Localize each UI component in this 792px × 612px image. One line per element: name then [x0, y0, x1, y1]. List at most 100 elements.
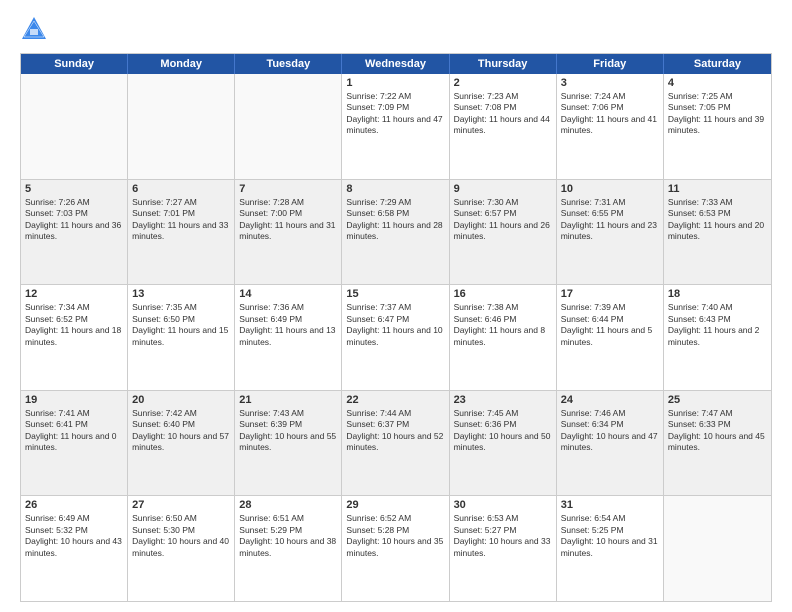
header-day-thursday: Thursday	[450, 54, 557, 74]
calendar-cell-3-1: 20 Sunrise: 7:42 AM Sunset: 6:40 PM Dayli…	[128, 391, 235, 496]
calendar-cell-4-0: 26 Sunrise: 6:49 AM Sunset: 5:32 PM Dayli…	[21, 496, 128, 601]
calendar-header: SundayMondayTuesdayWednesdayThursdayFrid…	[21, 54, 771, 74]
calendar-cell-4-4: 30 Sunrise: 6:53 AM Sunset: 5:27 PM Dayli…	[450, 496, 557, 601]
cell-content: Sunrise: 7:41 AM Sunset: 6:41 PM Dayligh…	[25, 408, 123, 454]
day-number: 1	[346, 77, 444, 89]
cell-content: Sunrise: 7:29 AM Sunset: 6:58 PM Dayligh…	[346, 197, 444, 243]
cell-content: Sunrise: 6:50 AM Sunset: 5:30 PM Dayligh…	[132, 513, 230, 559]
calendar-cell-3-5: 24Sunrise: 7:46 AM Sunset: 6:34 PM Dayli…	[557, 391, 664, 496]
cell-content: Sunrise: 7:38 AM Sunset: 6:46 PM Dayligh…	[454, 302, 552, 348]
calendar-cell-4-6	[664, 496, 771, 601]
calendar-cell-4-1: 27 Sunrise: 6:50 AM Sunset: 5:30 PM Dayli…	[128, 496, 235, 601]
cell-content: Sunrise: 7:26 AM Sunset: 7:03 PM Dayligh…	[25, 197, 123, 243]
calendar-cell-4-5: 31Sunrise: 6:54 AM Sunset: 5:25 PM Dayli…	[557, 496, 664, 601]
cell-content: Sunrise: 7:35 AM Sunset: 6:50 PM Dayligh…	[132, 302, 230, 348]
calendar: SundayMondayTuesdayWednesdayThursdayFrid…	[20, 53, 772, 602]
cell-content: Sunrise: 7:37 AM Sunset: 6:47 PM Dayligh…	[346, 302, 444, 348]
calendar-cell-4-3: 29 Sunrise: 6:52 AM Sunset: 5:28 PM Dayli…	[342, 496, 449, 601]
calendar-cell-2-0: 12 Sunrise: 7:34 AM Sunset: 6:52 PM Dayli…	[21, 285, 128, 390]
calendar-cell-2-1: 13 Sunrise: 7:35 AM Sunset: 6:50 PM Dayli…	[128, 285, 235, 390]
calendar-cell-1-5: 10Sunrise: 7:31 AM Sunset: 6:55 PM Dayli…	[557, 180, 664, 285]
cell-content: Sunrise: 7:43 AM Sunset: 6:39 PM Dayligh…	[239, 408, 337, 454]
cell-content: Sunrise: 6:49 AM Sunset: 5:32 PM Dayligh…	[25, 513, 123, 559]
day-number: 16	[454, 288, 552, 300]
day-number: 8	[346, 183, 444, 195]
header-day-monday: Monday	[128, 54, 235, 74]
cell-content: Sunrise: 7:34 AM Sunset: 6:52 PM Dayligh…	[25, 302, 123, 348]
calendar-cell-3-2: 21 Sunrise: 7:43 AM Sunset: 6:39 PM Dayli…	[235, 391, 342, 496]
calendar-body: 1 Sunrise: 7:22 AM Sunset: 7:09 PM Daylig…	[21, 74, 771, 601]
day-number: 23	[454, 394, 552, 406]
cell-content: Sunrise: 7:23 AM Sunset: 7:08 PM Dayligh…	[454, 91, 552, 137]
logo	[20, 15, 52, 43]
calendar-row-4: 26 Sunrise: 6:49 AM Sunset: 5:32 PM Dayli…	[21, 495, 771, 601]
header-day-wednesday: Wednesday	[342, 54, 449, 74]
cell-content: Sunrise: 7:28 AM Sunset: 7:00 PM Dayligh…	[239, 197, 337, 243]
calendar-row-2: 12 Sunrise: 7:34 AM Sunset: 6:52 PM Dayli…	[21, 284, 771, 390]
calendar-cell-3-6: 25Sunrise: 7:47 AM Sunset: 6:33 PM Dayli…	[664, 391, 771, 496]
calendar-cell-2-5: 17 Sunrise: 7:39 AM Sunset: 6:44 PM Dayli…	[557, 285, 664, 390]
cell-content: Sunrise: 7:45 AM Sunset: 6:36 PM Dayligh…	[454, 408, 552, 454]
calendar-cell-2-4: 16 Sunrise: 7:38 AM Sunset: 6:46 PM Dayli…	[450, 285, 557, 390]
cell-content: Sunrise: 7:24 AM Sunset: 7:06 PM Dayligh…	[561, 91, 659, 137]
calendar-cell-1-3: 8 Sunrise: 7:29 AM Sunset: 6:58 PM Daylig…	[342, 180, 449, 285]
cell-content: Sunrise: 7:33 AM Sunset: 6:53 PM Dayligh…	[668, 197, 767, 243]
day-number: 29	[346, 499, 444, 511]
cell-content: Sunrise: 7:47 AM Sunset: 6:33 PM Dayligh…	[668, 408, 767, 454]
calendar-cell-0-3: 1 Sunrise: 7:22 AM Sunset: 7:09 PM Daylig…	[342, 74, 449, 179]
day-number: 19	[25, 394, 123, 406]
day-number: 28	[239, 499, 337, 511]
cell-content: Sunrise: 7:25 AM Sunset: 7:05 PM Dayligh…	[668, 91, 767, 137]
calendar-cell-2-2: 14 Sunrise: 7:36 AM Sunset: 6:49 PM Dayli…	[235, 285, 342, 390]
header	[20, 15, 772, 43]
day-number: 2	[454, 77, 552, 89]
calendar-cell-3-3: 22Sunrise: 7:44 AM Sunset: 6:37 PM Dayli…	[342, 391, 449, 496]
day-number: 17	[561, 288, 659, 300]
cell-content: Sunrise: 7:42 AM Sunset: 6:40 PM Dayligh…	[132, 408, 230, 454]
calendar-cell-3-0: 19 Sunrise: 7:41 AM Sunset: 6:41 PM Dayli…	[21, 391, 128, 496]
header-day-sunday: Sunday	[21, 54, 128, 74]
cell-content: Sunrise: 6:54 AM Sunset: 5:25 PM Dayligh…	[561, 513, 659, 559]
calendar-cell-1-1: 6Sunrise: 7:27 AM Sunset: 7:01 PM Daylig…	[128, 180, 235, 285]
page: SundayMondayTuesdayWednesdayThursdayFrid…	[0, 0, 792, 612]
cell-content: Sunrise: 7:31 AM Sunset: 6:55 PM Dayligh…	[561, 197, 659, 243]
cell-content: Sunrise: 7:39 AM Sunset: 6:44 PM Dayligh…	[561, 302, 659, 348]
cell-content: Sunrise: 6:52 AM Sunset: 5:28 PM Dayligh…	[346, 513, 444, 559]
cell-content: Sunrise: 7:27 AM Sunset: 7:01 PM Dayligh…	[132, 197, 230, 243]
header-day-friday: Friday	[557, 54, 664, 74]
day-number: 9	[454, 183, 552, 195]
calendar-cell-3-4: 23 Sunrise: 7:45 AM Sunset: 6:36 PM Dayli…	[450, 391, 557, 496]
calendar-cell-1-6: 11 Sunrise: 7:33 AM Sunset: 6:53 PM Dayli…	[664, 180, 771, 285]
calendar-row-1: 5Sunrise: 7:26 AM Sunset: 7:03 PM Daylig…	[21, 179, 771, 285]
day-number: 13	[132, 288, 230, 300]
calendar-cell-0-4: 2 Sunrise: 7:23 AM Sunset: 7:08 PM Daylig…	[450, 74, 557, 179]
calendar-cell-1-4: 9Sunrise: 7:30 AM Sunset: 6:57 PM Daylig…	[450, 180, 557, 285]
calendar-cell-2-3: 15 Sunrise: 7:37 AM Sunset: 6:47 PM Dayli…	[342, 285, 449, 390]
header-day-tuesday: Tuesday	[235, 54, 342, 74]
cell-content: Sunrise: 7:46 AM Sunset: 6:34 PM Dayligh…	[561, 408, 659, 454]
calendar-cell-0-6: 4Sunrise: 7:25 AM Sunset: 7:05 PM Daylig…	[664, 74, 771, 179]
cell-content: Sunrise: 7:22 AM Sunset: 7:09 PM Dayligh…	[346, 91, 444, 137]
calendar-row-0: 1 Sunrise: 7:22 AM Sunset: 7:09 PM Daylig…	[21, 74, 771, 179]
calendar-cell-0-0	[21, 74, 128, 179]
cell-content: Sunrise: 6:51 AM Sunset: 5:29 PM Dayligh…	[239, 513, 337, 559]
cell-content: Sunrise: 7:36 AM Sunset: 6:49 PM Dayligh…	[239, 302, 337, 348]
day-number: 21	[239, 394, 337, 406]
day-number: 30	[454, 499, 552, 511]
calendar-cell-0-2	[235, 74, 342, 179]
cell-content: Sunrise: 7:40 AM Sunset: 6:43 PM Dayligh…	[668, 302, 767, 348]
day-number: 15	[346, 288, 444, 300]
calendar-cell-2-6: 18Sunrise: 7:40 AM Sunset: 6:43 PM Dayli…	[664, 285, 771, 390]
calendar-cell-0-1	[128, 74, 235, 179]
day-number: 3	[561, 77, 659, 89]
header-day-saturday: Saturday	[664, 54, 771, 74]
day-number: 11	[668, 183, 767, 195]
cell-content: Sunrise: 6:53 AM Sunset: 5:27 PM Dayligh…	[454, 513, 552, 559]
day-number: 26	[25, 499, 123, 511]
day-number: 27	[132, 499, 230, 511]
day-number: 14	[239, 288, 337, 300]
day-number: 7	[239, 183, 337, 195]
day-number: 20	[132, 394, 230, 406]
day-number: 12	[25, 288, 123, 300]
logo-icon	[20, 15, 48, 43]
